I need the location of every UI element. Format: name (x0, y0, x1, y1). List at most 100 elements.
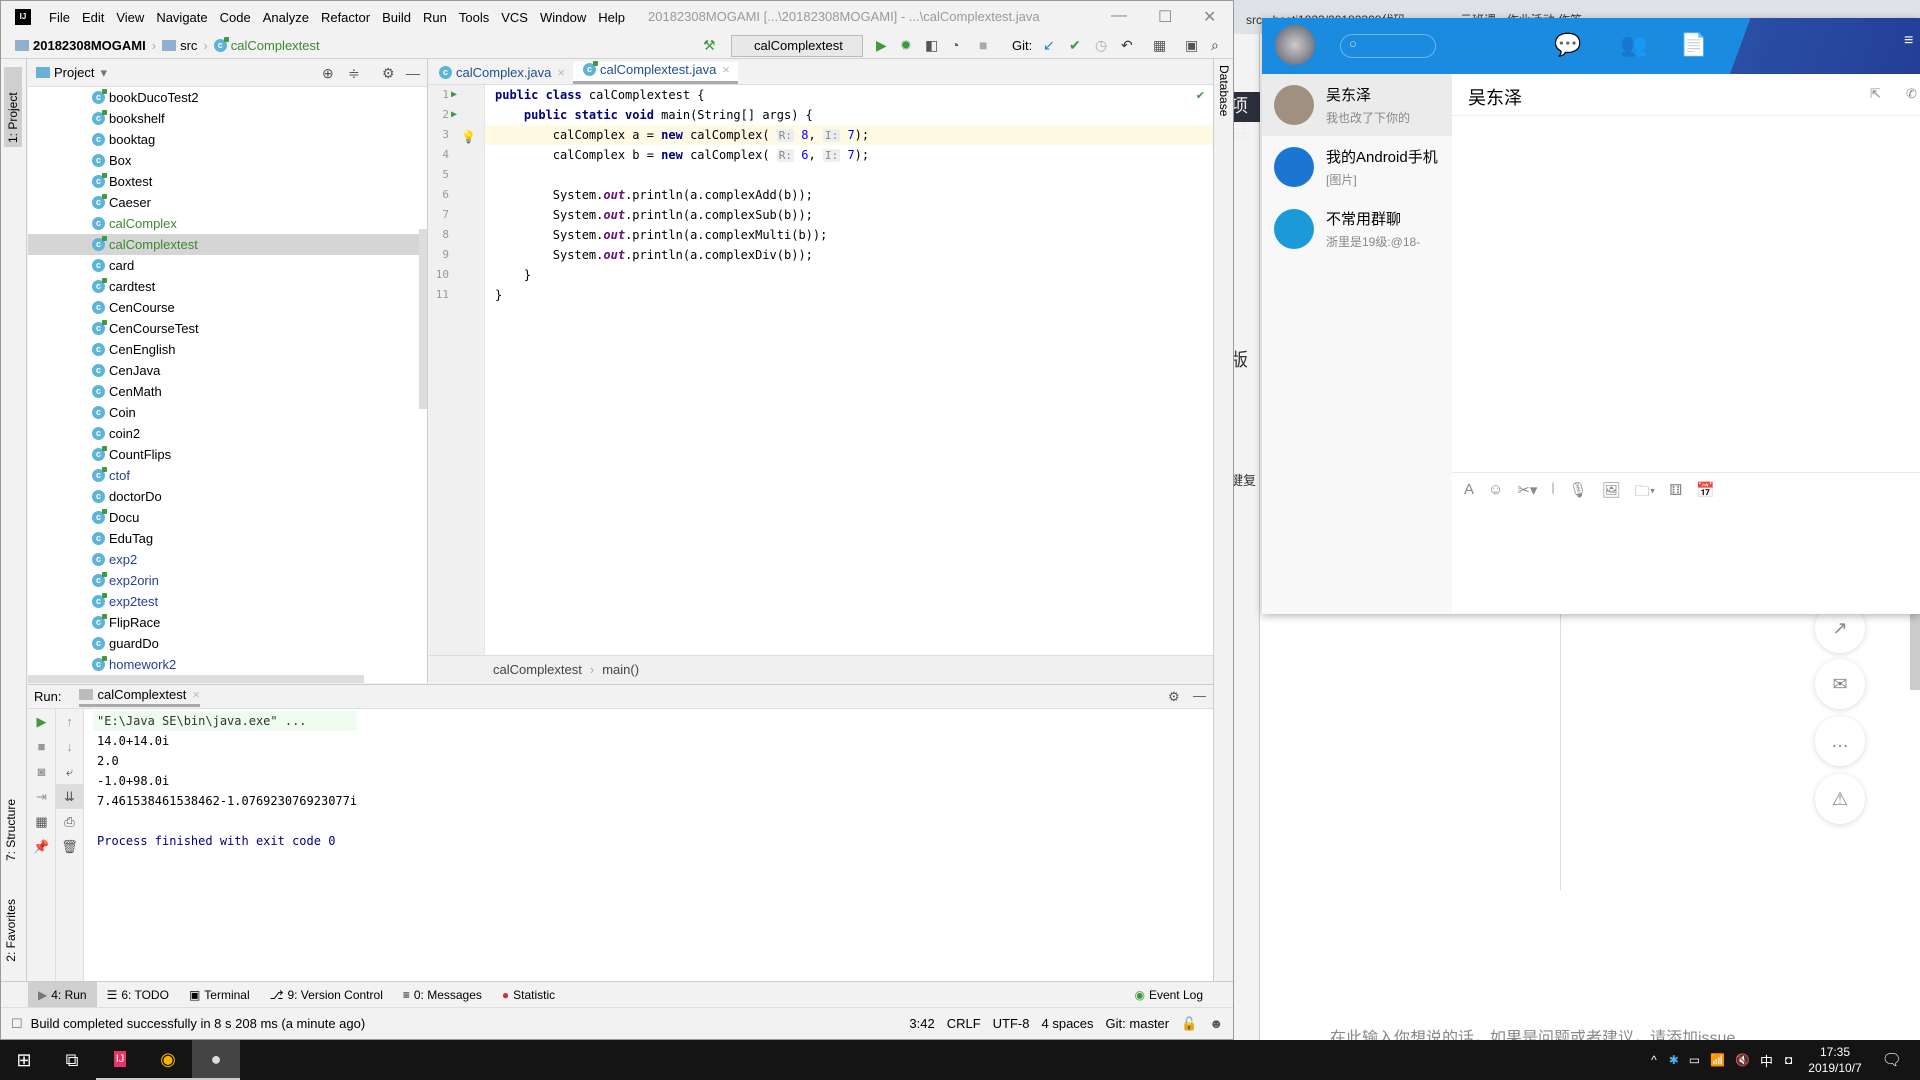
settings-gear-icon[interactable]: ⚙ (382, 65, 395, 82)
profile-icon[interactable]: ◔ (951, 37, 959, 53)
search-everywhere-icon[interactable]: ⌕ (1211, 37, 1219, 54)
tab-calcomplex-java[interactable]: c calComplex.java × (429, 65, 573, 84)
gift-icon[interactable]: ⚅ (1669, 481, 1682, 512)
menu-build[interactable]: Build (376, 10, 417, 25)
hide-run-panel-icon[interactable]: — (1193, 688, 1206, 703)
caret-position[interactable]: 3:42 (909, 1016, 934, 1031)
tree-item[interactable]: c card (28, 255, 427, 276)
code-line[interactable]: 7 System.out.println(a.complexSub(b)); (442, 205, 1213, 225)
close-tab-icon[interactable]: × (192, 687, 200, 702)
code-line[interactable]: 8 System.out.println(a.complexMulti(b)); (442, 225, 1213, 245)
menu-view[interactable]: View (110, 10, 150, 25)
tool-run[interactable]: ▶ 4: Run (28, 981, 97, 1008)
file-encoding[interactable]: UTF-8 (993, 1016, 1030, 1031)
run-tab[interactable]: calComplextest × (79, 687, 200, 707)
code-line[interactable]: 11} (436, 285, 1213, 305)
tree-item[interactable]: c CenMath (28, 381, 427, 402)
tree-item[interactable]: c CountFlips (28, 444, 427, 465)
trash-icon[interactable]: 🗑 (56, 834, 83, 859)
rerun-icon[interactable]: ▶ (28, 709, 55, 734)
project-tool-tab[interactable]: 1: Project (4, 67, 22, 147)
code-line[interactable]: 6 System.out.println(a.complexAdd(b)); (442, 185, 1213, 205)
close-tab-icon[interactable]: × (722, 62, 730, 77)
tool-messages[interactable]: ≡ 0: Messages (393, 982, 492, 1008)
qq-tray-icon[interactable]: ◘ (1785, 1053, 1792, 1067)
code-line[interactable]: 3 💡 calComplex a = new calComplex( R: 8, … (442, 125, 1213, 145)
ime-indicator[interactable]: 中 (1760, 1051, 1773, 1070)
locate-icon[interactable]: ⊕ (322, 65, 334, 82)
structure-tool-tab[interactable]: 7: Structure (4, 799, 18, 861)
conversation-item[interactable]: 吴东泽 我也改了下你的 (1262, 74, 1452, 136)
breadcrumb-project[interactable]: 20182308MOGAMI › (15, 38, 156, 53)
git-commit-icon[interactable]: ✔ (1069, 37, 1081, 54)
up-arrow-icon[interactable]: ↑ (56, 709, 83, 734)
contacts-tab-icon[interactable]: 👥 (1620, 32, 1647, 58)
tree-item[interactable]: c bookDucoTest2 (28, 87, 427, 108)
collapse-all-icon[interactable]: ≑ (348, 65, 360, 82)
run-gutter-icon[interactable]: ▶ (451, 85, 457, 105)
tree-item[interactable]: c homework2 (28, 654, 427, 675)
tree-item[interactable]: c CenCourseTest (28, 318, 427, 339)
tool-event-log[interactable]: ◉ Event Log (1124, 982, 1213, 1008)
tree-item[interactable]: c calComplextest (28, 234, 427, 255)
mail-button[interactable]: ✉ (1815, 659, 1865, 709)
battery-icon[interactable]: ▭ (1689, 1053, 1700, 1067)
scroll-to-end-icon[interactable]: ⇊ (56, 784, 83, 809)
git-rollback-icon[interactable]: ↶ (1121, 37, 1133, 54)
clock[interactable]: 17:35 2019/10/7 (1808, 1044, 1861, 1076)
maximize-button[interactable]: ☐ (1158, 7, 1172, 27)
tray-expand-icon[interactable]: ^ (1651, 1053, 1657, 1067)
tree-item[interactable]: c Caeser (28, 192, 427, 213)
code-area[interactable]: 1 ▶ public class calComplextest {2 ▶ public… (436, 85, 1213, 305)
emoji-icon[interactable]: ☺ (1488, 481, 1503, 512)
code-line[interactable]: 4 calComplex b = new calComplex( R: 6, I… (442, 145, 1213, 165)
task-view-button[interactable]: ⧉ (48, 1040, 96, 1080)
screenshot-icon[interactable]: ✂▾ (1517, 481, 1537, 512)
lock-icon[interactable]: 🔓 (1181, 1016, 1197, 1032)
project-vertical-scrollbar[interactable] (419, 229, 427, 409)
intention-bulb-icon[interactable]: 💡 (461, 127, 476, 147)
restore-layout-icon[interactable]: ⇥ (28, 784, 55, 809)
status-toggle-icon[interactable]: ☐ (11, 1016, 23, 1032)
qq-search-input[interactable]: ○ (1340, 34, 1436, 58)
taskbar-intellij[interactable]: IJ (96, 1040, 144, 1080)
shake-icon[interactable]: ⦚ (1551, 481, 1554, 512)
tree-item[interactable]: c CenEnglish (28, 339, 427, 360)
calendar-icon[interactable]: 📅 (1696, 481, 1715, 512)
messages-tab-icon[interactable]: 💬 (1554, 32, 1581, 58)
git-history-icon[interactable]: ◷ (1095, 37, 1107, 54)
menu-code[interactable]: Code (214, 10, 257, 25)
tree-item[interactable]: c Box (28, 150, 427, 171)
volume-muted-icon[interactable]: 🔇 (1735, 1053, 1750, 1067)
hide-panel-icon[interactable]: — (406, 65, 420, 81)
tree-item[interactable]: c exp2 (28, 549, 427, 570)
project-view-select[interactable]: Project (54, 65, 94, 80)
crumb-method[interactable]: main() (602, 662, 639, 677)
tree-item[interactable]: c Coin (28, 402, 427, 423)
tree-item[interactable]: c Boxtest (28, 171, 427, 192)
voice-icon[interactable]: 🎙 (1569, 481, 1588, 512)
menu-tools[interactable]: Tools (453, 10, 495, 25)
call-icon[interactable]: ✆ (1906, 86, 1917, 102)
tool-statistic[interactable]: ● Statistic (492, 982, 565, 1008)
menu-analyze[interactable]: Analyze (257, 10, 315, 25)
inspector-icon[interactable]: ☻ (1209, 1016, 1223, 1031)
tree-item[interactable]: c doctorDo (28, 486, 427, 507)
tab-calcomplextest-java[interactable]: c calComplextest.java × (572, 61, 738, 84)
user-avatar[interactable] (1275, 25, 1315, 65)
breadcrumb-src[interactable]: src › (162, 38, 208, 53)
close-tab-icon[interactable]: × (557, 65, 565, 80)
tree-item[interactable]: c cardtest (28, 276, 427, 297)
tool-todo[interactable]: ☰ 6: TODO (97, 982, 179, 1008)
dump-threads-icon[interactable]: ◙ (28, 759, 55, 784)
coverage-icon[interactable]: ◧ (925, 37, 938, 54)
taskbar-qq[interactable]: ● (192, 1040, 240, 1080)
menu-refactor[interactable]: Refactor (315, 10, 376, 25)
minimize-button[interactable]: — (1111, 7, 1127, 25)
menu-window[interactable]: Window (534, 10, 592, 25)
tree-item[interactable]: c exp2test (28, 591, 427, 612)
stop-icon[interactable]: ■ (28, 734, 55, 759)
line-separator[interactable]: CRLF (947, 1016, 981, 1031)
conversation-item[interactable]: 不常用群聊 浙里是19级:@18- (1262, 198, 1452, 260)
menu-file[interactable]: File (43, 10, 76, 25)
